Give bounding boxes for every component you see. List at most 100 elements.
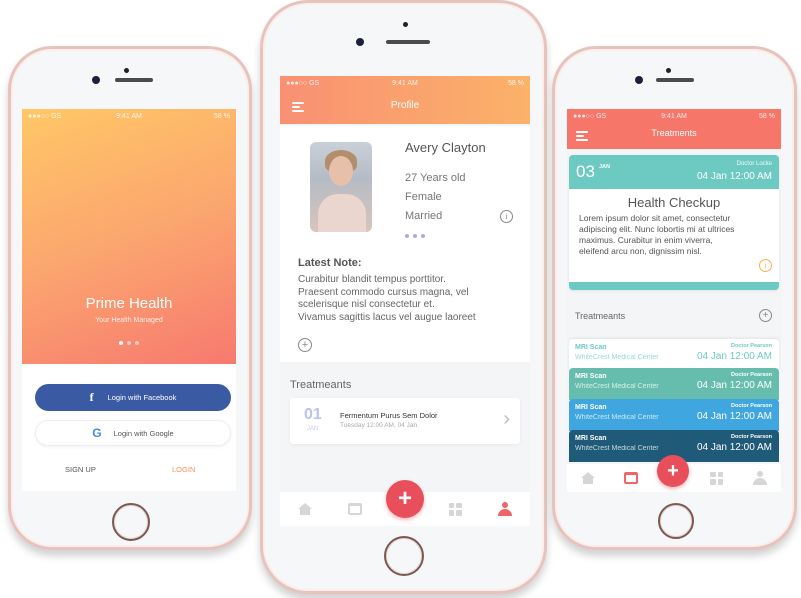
- tab-profile[interactable]: [480, 492, 530, 526]
- home-button[interactable]: [112, 503, 150, 541]
- home-icon: [581, 472, 596, 484]
- note-line: Praesent commodo cursus magna, vel: [298, 286, 469, 298]
- note-line: Vivamus sagittis lacus vel augue laoreet: [298, 311, 476, 323]
- phone-login: ●●●○○ GS 9:41 AM 58 % Prime Health Your …: [8, 46, 252, 550]
- google-button-label: Login with Google: [113, 428, 174, 438]
- page-title: Treatments: [651, 128, 697, 138]
- treatment-location: WhiteCrest Medical Center: [575, 354, 659, 361]
- grid-icon: [448, 502, 462, 516]
- treatment-list-item[interactable]: MRI Scan WhiteCrest Medical Center Doctor …: [569, 339, 779, 371]
- profile-photo: [310, 142, 372, 232]
- treatment-day: 01: [304, 406, 322, 423]
- facebook-button-label: Login with Facebook: [107, 393, 177, 402]
- checkup-card-header: 03 JAN Doctor Locke 04 Jan 12:00 AM: [569, 155, 779, 189]
- status-time: 9:41 AM: [661, 112, 687, 120]
- treatment-list-item[interactable]: MRI Scan WhiteCrest Medical Center Doctor …: [569, 368, 779, 400]
- treatment-datetime: 04 Jan 12:00 AM: [696, 411, 772, 422]
- checkup-title: Health Checkup: [627, 195, 721, 210]
- treatment-doctor: Doctor Pearson: [731, 372, 772, 378]
- description-line: maximus. Curabitur in enim viverra,: [579, 235, 713, 245]
- tab-calendar[interactable]: [330, 492, 380, 526]
- tab-profile[interactable]: [738, 464, 781, 492]
- checkup-month: JAN: [599, 164, 611, 170]
- earpiece-speaker: [115, 78, 153, 82]
- treatment-list-item[interactable]: MRI Scan WhiteCrest Medical Center Doctor …: [569, 399, 779, 431]
- profile-card: Avery Clayton 27 Years old Female Marrie…: [280, 126, 530, 362]
- proximity-sensor: [403, 22, 408, 27]
- app-brand: Prime Health: [85, 295, 173, 312]
- phone-profile: ●●●○○ GS 9:41 AM 58 % Profile Avery Clay…: [260, 0, 547, 594]
- grid-icon: [710, 471, 724, 485]
- treatment-item[interactable]: 01 JAN Fermentum Purus Sem Dolor Tuesday…: [290, 398, 520, 444]
- login-screen: ●●●○○ GS 9:41 AM 58 % Prime Health Your …: [22, 109, 236, 491]
- home-button[interactable]: [384, 536, 424, 576]
- treatment-location: WhiteCrest Medical Center: [575, 414, 659, 421]
- add-note-icon[interactable]: +: [298, 338, 312, 352]
- earpiece-speaker: [386, 40, 430, 44]
- google-icon: G: [92, 426, 102, 440]
- treatment-location: WhiteCrest Medical Center: [575, 383, 659, 390]
- pager-dot[interactable]: [119, 341, 123, 345]
- description-line: eleifend arcu non, dignissim nisl.: [579, 246, 702, 256]
- tab-dashboard[interactable]: [695, 464, 738, 492]
- treatment-datetime: 04 Jan 12:00 AM: [696, 380, 772, 391]
- patient-age: 27 Years old: [405, 172, 466, 184]
- info-icon[interactable]: i: [500, 210, 513, 223]
- treatment-title: Fermentum Purus Sem Dolor: [340, 411, 438, 420]
- patient-gender: Female: [405, 191, 442, 203]
- latest-note-body: Curabitur blandit tempus porttitor. Prae…: [298, 274, 526, 324]
- phone-treatments: ●●●○○ GS 9:41 AM 58 % Treatments 03 JAN …: [552, 46, 797, 550]
- add-fab-button[interactable]: +: [657, 455, 689, 487]
- onboarding-pager[interactable]: [22, 341, 236, 345]
- user-icon: [752, 471, 767, 485]
- treatments-section-title: Treatmeants: [290, 379, 352, 391]
- tab-home[interactable]: [567, 464, 610, 492]
- user-icon: [498, 502, 512, 516]
- proximity-sensor: [124, 68, 129, 73]
- treatment-subtitle: Tuesday 12:00 AM, 04 Jan: [340, 422, 418, 429]
- home-icon: [298, 503, 312, 515]
- status-time: 9:41 AM: [116, 112, 142, 120]
- checkup-doctor: Doctor Locke: [736, 161, 772, 167]
- status-bar: ●●●○○ GS 9:41 AM 58 %: [22, 109, 236, 123]
- more-dots-icon[interactable]: [405, 234, 425, 238]
- add-fab-button[interactable]: +: [386, 480, 424, 518]
- front-camera: [635, 76, 643, 84]
- status-time: 9:41 AM: [392, 79, 418, 87]
- patient-marital-status: Married: [405, 210, 443, 222]
- note-line: Curabitur blandit tempus porttitor.: [298, 274, 446, 285]
- tab-dashboard[interactable]: [430, 492, 480, 526]
- description-line: Lorem ipsum dolor sit amet, consectetur: [579, 213, 731, 223]
- info-icon[interactable]: i: [759, 259, 772, 272]
- latest-note-title: Latest Note:: [298, 257, 362, 269]
- treatment-doctor: Doctor Pearson: [731, 403, 772, 409]
- treatment-title: MRI Scan: [575, 404, 607, 411]
- pager-dot[interactable]: [127, 341, 131, 345]
- health-checkup-card[interactable]: 03 JAN Doctor Locke 04 Jan 12:00 AM Heal…: [569, 155, 779, 290]
- tab-home[interactable]: [280, 492, 330, 526]
- status-bar: ●●●○○ GS 9:41 AM 58 %: [280, 76, 530, 90]
- treatment-doctor: Doctor Pearson: [731, 434, 772, 440]
- login-hero: [22, 109, 236, 364]
- add-treatment-icon[interactable]: +: [759, 309, 772, 322]
- login-google-button[interactable]: G Login with Google: [35, 420, 231, 446]
- treatment-datetime: 04 Jan 12:00 AM: [696, 351, 772, 362]
- profile-screen: ●●●○○ GS 9:41 AM 58 % Profile Avery Clay…: [280, 76, 530, 526]
- tab-calendar[interactable]: [610, 464, 653, 492]
- login-facebook-button[interactable]: f Login with Facebook: [35, 384, 231, 411]
- chevron-right-icon[interactable]: ›: [503, 408, 510, 431]
- pager-dot[interactable]: [135, 341, 139, 345]
- earpiece-speaker: [656, 78, 694, 82]
- treatment-title: MRI Scan: [575, 344, 607, 351]
- front-camera: [356, 38, 364, 46]
- facebook-icon: f: [89, 390, 94, 404]
- treatments-section-title: Treatmeants: [575, 311, 626, 321]
- treatments-header: ●●●○○ GS 9:41 AM 58 % Treatments: [567, 109, 781, 149]
- profile-header: ●●●○○ GS 9:41 AM 58 % Profile: [280, 76, 530, 124]
- signup-link[interactable]: SIGN UP: [65, 465, 96, 474]
- calendar-icon: [624, 472, 639, 484]
- treatment-title: MRI Scan: [575, 435, 607, 442]
- home-button[interactable]: [658, 503, 694, 539]
- login-link[interactable]: LOGIN: [172, 465, 195, 474]
- front-camera: [92, 76, 100, 84]
